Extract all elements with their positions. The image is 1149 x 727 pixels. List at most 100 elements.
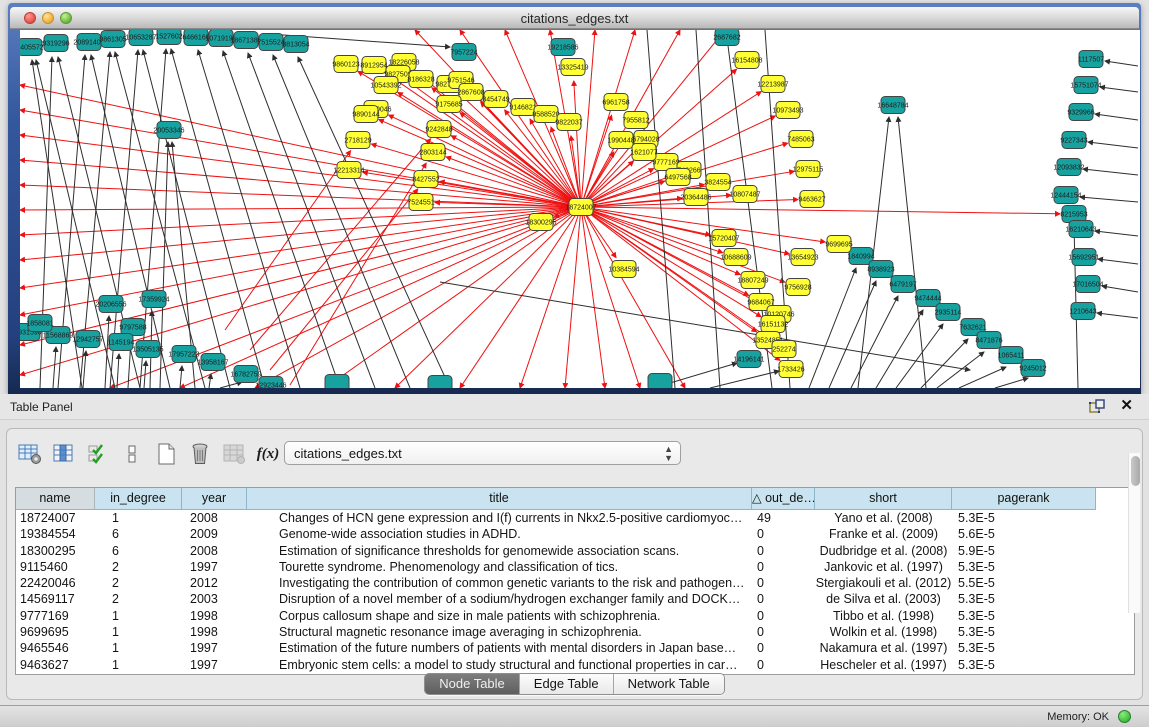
graph-node[interactable]: 8215953 <box>1060 206 1087 223</box>
graph-node[interactable]: 18807249 <box>737 272 768 289</box>
network-canvas[interactable]: 1405572931929620891406986130510653287152… <box>20 30 1140 388</box>
graph-node[interactable]: 8454749 <box>482 91 509 108</box>
select-rows-button[interactable] <box>83 440 113 468</box>
graph-node[interactable]: 17016504 <box>1072 276 1103 293</box>
table-row[interactable]: 2242004622012Investigating the contribut… <box>16 575 1134 591</box>
table-selector-dropdown[interactable]: citations_edges.txt ▲▼ <box>284 441 681 465</box>
network-graph[interactable]: 1405572931929620891406986130510653287152… <box>20 30 1140 388</box>
graph-node[interactable]: 14196141 <box>733 351 764 368</box>
graph-node[interactable]: 10688609 <box>720 249 751 266</box>
graph-node[interactable]: 9756928 <box>784 279 811 296</box>
graph-node[interactable]: 1858081 <box>26 315 53 332</box>
graph-node[interactable]: 252274 <box>772 341 796 358</box>
function-builder-button[interactable]: f(x) <box>253 440 283 468</box>
graph-node[interactable]: 10653287 <box>125 30 156 46</box>
graph-node[interactable]: 9245012 <box>1019 360 1046 377</box>
graph-node[interactable]: 9175685 <box>435 96 462 113</box>
graph-node[interactable]: 6961758 <box>602 94 629 111</box>
graph-node[interactable]: 16782759 <box>230 366 261 383</box>
float-panel-icon[interactable] <box>1089 399 1105 414</box>
network-window[interactable]: citations_edges.txt 14055729319296208914… <box>8 3 1141 394</box>
graph-node[interactable]: 16154808 <box>731 52 762 69</box>
graph-node[interactable]: 2803144 <box>419 144 446 161</box>
graph-node[interactable]: 10543392 <box>370 77 401 94</box>
graph-node[interactable]: 2718129 <box>344 132 371 149</box>
table-scrollbar[interactable] <box>1128 453 1140 613</box>
column-header-3[interactable]: title <box>247 488 752 510</box>
graph-node[interactable]: 9890144 <box>352 106 379 123</box>
graph-node[interactable]: 8938923 <box>867 261 894 278</box>
graph-node[interactable]: 10807487 <box>729 186 760 203</box>
network-window-titlebar[interactable]: citations_edges.txt <box>10 7 1139 29</box>
graph-node[interactable]: 15751074 <box>1070 77 1101 94</box>
column-header-2[interactable]: year <box>182 488 247 510</box>
graph-node[interactable]: 12975115 <box>793 161 824 178</box>
graph-node[interactable]: 2935114 <box>935 304 962 321</box>
graph-node[interactable]: 1210643 <box>1069 303 1096 320</box>
graph-node[interactable] <box>428 376 452 389</box>
graph-node[interactable]: 1733426 <box>777 361 804 378</box>
graph-node[interactable]: 2867608 <box>457 84 484 101</box>
graph-node[interactable]: 9242848 <box>425 121 452 138</box>
graph-node[interactable]: 9329966 <box>1067 104 1094 121</box>
tab-network-table[interactable]: Network Table <box>614 674 724 694</box>
graph-node[interactable]: 3824554 <box>704 174 731 191</box>
close-panel-icon[interactable]: ✕ <box>1120 398 1133 414</box>
graph-node[interactable]: 9463627 <box>798 191 825 208</box>
table-row[interactable]: 1938455462009Genome-wide association stu… <box>16 526 1134 542</box>
table-row[interactable]: 1830029562008Estimation of significance … <box>16 543 1134 559</box>
graph-node[interactable]: 1990448 <box>607 132 634 149</box>
graph-node[interactable]: 18300295 <box>525 214 556 231</box>
graph-node[interactable]: 8186328 <box>407 71 434 88</box>
column-header-5[interactable]: short <box>815 488 952 510</box>
graph-node[interactable]: 20206556 <box>95 296 126 313</box>
graph-node[interactable]: 13654923 <box>787 249 818 266</box>
graph-node[interactable]: 13325419 <box>557 59 588 76</box>
graph-node[interactable]: 15720407 <box>708 230 739 247</box>
show-column-button[interactable] <box>49 440 79 468</box>
graph-node[interactable]: 9699695 <box>825 236 852 253</box>
graph-node[interactable] <box>325 375 349 389</box>
graph-node[interactable]: 20364486 <box>680 189 711 206</box>
column-header-0[interactable]: name <box>16 488 95 510</box>
graph-node[interactable]: 9861305 <box>99 31 126 48</box>
memory-status-indicator[interactable] <box>1118 710 1131 723</box>
delete-column-button[interactable] <box>185 440 215 468</box>
graph-node[interactable]: 9822037 <box>555 114 582 131</box>
column-header-6[interactable]: pagerank <box>952 488 1096 510</box>
column-header-4[interactable]: △ out_de… <box>752 488 815 510</box>
graph-node[interactable]: 17957223 <box>168 346 199 363</box>
graph-node[interactable]: 13505135 <box>132 341 163 358</box>
table-row[interactable]: 911546021997Tourette syndrome. Phenomeno… <box>16 559 1134 575</box>
graph-node[interactable]: 19218586 <box>547 39 578 56</box>
graph-node[interactable]: 7955812 <box>622 112 649 129</box>
graph-node[interactable]: 12213987 <box>757 76 788 93</box>
graph-node[interactable]: 1621077 <box>630 144 657 161</box>
graph-node[interactable]: 10384594 <box>608 261 639 278</box>
graph-node[interactable]: 12923446 <box>255 377 286 389</box>
graph-node[interactable]: 7524551 <box>407 194 434 211</box>
graph-node[interactable]: 6479197 <box>889 276 916 293</box>
tab-node-table[interactable]: Node Table <box>425 674 520 694</box>
tab-edge-table[interactable]: Edge Table <box>520 674 614 694</box>
graph-node[interactable]: 1527602 <box>155 30 182 45</box>
graph-node[interactable]: 1117507 <box>1078 51 1104 68</box>
graph-node[interactable]: 20053346 <box>153 122 184 139</box>
graph-node[interactable]: 12942757 <box>72 331 103 348</box>
graph-node[interactable]: 7485063 <box>787 131 814 148</box>
graph-node[interactable]: 9319296 <box>42 35 69 52</box>
graph-node[interactable]: 7957224 <box>450 44 477 61</box>
graph-node[interactable]: 1065411 <box>998 347 1025 364</box>
graph-node[interactable]: 16648784 <box>877 97 908 114</box>
graph-node[interactable]: 2687682 <box>713 30 740 46</box>
graph-node[interactable]: 15692951 <box>1068 249 1099 266</box>
graph-node[interactable]: 9227343 <box>1060 132 1087 149</box>
graph-node[interactable]: 12444154 <box>1050 187 1081 204</box>
graph-node[interactable]: 17359924 <box>138 291 169 308</box>
graph-node[interactable]: 8427552 <box>412 171 439 188</box>
graph-node[interactable]: 8471876 <box>975 332 1002 349</box>
graph-node[interactable]: 9797588 <box>119 319 146 336</box>
graph-node[interactable]: 1405572 <box>20 39 44 56</box>
graph-hub-node[interactable]: 18724007 <box>565 199 596 216</box>
table-row[interactable]: 1456911722003Disruption of a novel membe… <box>16 591 1134 607</box>
